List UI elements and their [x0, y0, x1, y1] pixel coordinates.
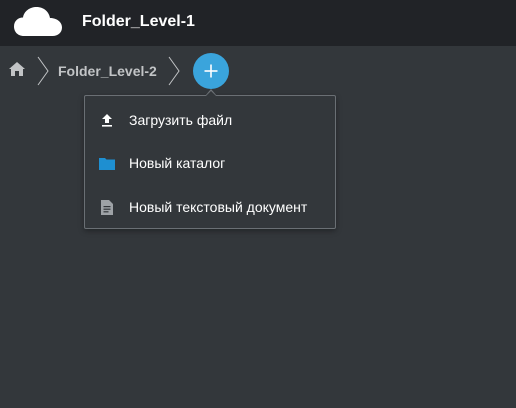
menu-item-new-folder[interactable]: Новый каталог	[85, 141, 335, 185]
menu-pointer-inner	[206, 91, 216, 96]
chevron-right-icon	[168, 56, 180, 86]
plus-icon	[204, 64, 218, 78]
new-item-menu: Загрузить файл Новый каталог Новый текст…	[84, 95, 336, 229]
menu-item-label: Новый текстовый документ	[129, 199, 308, 215]
folder-icon	[99, 155, 115, 171]
page-title: Folder_Level-1	[82, 13, 195, 30]
chevron-right-icon	[37, 56, 49, 86]
text-document-icon	[99, 199, 115, 215]
menu-item-label: Новый каталог	[129, 155, 226, 171]
menu-item-label: Загрузить файл	[129, 112, 233, 128]
home-icon[interactable]	[9, 62, 25, 76]
app-header: Folder_Level-1	[0, 0, 516, 46]
menu-item-upload-file[interactable]: Загрузить файл	[85, 98, 335, 142]
cloud-icon[interactable]	[14, 6, 62, 38]
upload-icon	[99, 112, 115, 128]
breadcrumb-item-folder-level-2[interactable]: Folder_Level-2	[58, 63, 157, 79]
add-new-button[interactable]	[193, 53, 229, 89]
menu-item-new-text-document[interactable]: Новый текстовый документ	[85, 185, 335, 229]
